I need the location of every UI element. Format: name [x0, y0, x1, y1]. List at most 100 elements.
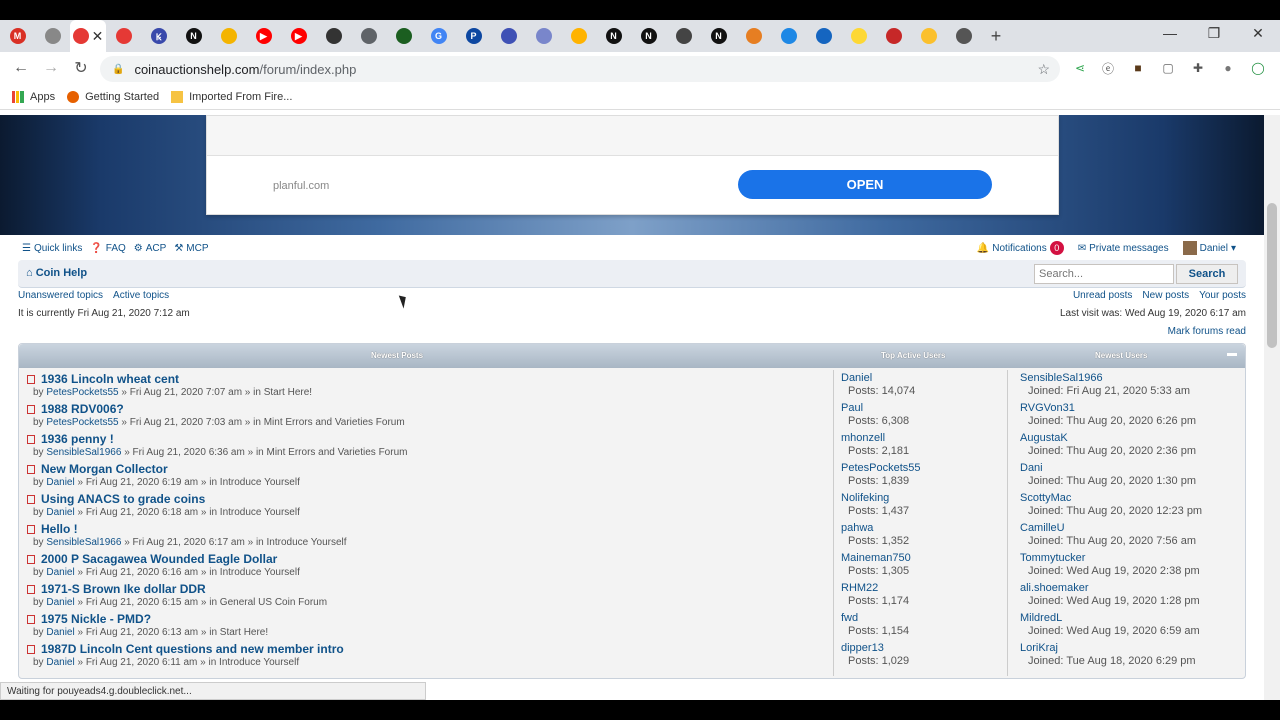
post-title-link[interactable]: 1971-S Brown Ike dollar DDR [41, 582, 206, 596]
new-user-link[interactable]: Tommytucker [1020, 552, 1085, 564]
top-user-link[interactable]: Nolifeking [841, 492, 889, 504]
browser-tab[interactable] [351, 20, 386, 52]
faq-link[interactable]: ❓ FAQ [90, 243, 125, 254]
mark-forums-read-link[interactable]: Mark forums read [1168, 326, 1246, 337]
post-author-link[interactable]: Daniel [46, 477, 74, 488]
browser-tab[interactable] [841, 20, 876, 52]
post-title-link[interactable]: Using ANACS to grade coins [41, 492, 205, 506]
notifications-link[interactable]: 🔔 Notifications 0 [977, 241, 1064, 255]
browser-tab[interactable]: N [176, 20, 211, 52]
browser-tab[interactable] [386, 20, 421, 52]
search-button[interactable]: Search [1176, 264, 1238, 284]
browser-tab[interactable] [946, 20, 981, 52]
post-title-link[interactable]: 1936 penny ! [41, 432, 114, 446]
reload-icon[interactable]: ↻ [66, 53, 96, 83]
post-author-link[interactable]: Daniel [46, 657, 74, 668]
new-user-link[interactable]: RVGVon31 [1020, 402, 1075, 414]
top-user-link[interactable]: dipper13 [841, 642, 884, 654]
browser-tab[interactable] [526, 20, 561, 52]
top-user-link[interactable]: pahwa [841, 522, 873, 534]
post-title-link[interactable]: 1988 RDV006? [41, 402, 124, 416]
top-user-link[interactable]: PetesPockets55 [841, 462, 921, 474]
browser-tab[interactable] [876, 20, 911, 52]
forward-icon[interactable]: → [36, 53, 66, 83]
unanswered-topics-link[interactable]: Unanswered topics [18, 290, 103, 301]
browser-tab[interactable]: G [421, 20, 456, 52]
browser-tab[interactable]: N [596, 20, 631, 52]
scrollbar-thumb[interactable] [1267, 203, 1277, 348]
browser-tab[interactable]: M [0, 20, 35, 52]
bookmark-getting-started[interactable]: Getting Started [67, 91, 159, 103]
mcp-link[interactable]: ⚒ MCP [174, 243, 208, 254]
browser-tab[interactable] [911, 20, 946, 52]
back-icon[interactable]: ← [6, 53, 36, 83]
browser-tab[interactable]: ▶ [281, 20, 316, 52]
post-title-link[interactable]: Hello ! [41, 522, 78, 536]
post-author-link[interactable]: PetesPockets55 [46, 387, 118, 398]
browser-tab[interactable] [806, 20, 841, 52]
new-user-link[interactable]: Dani [1020, 462, 1043, 474]
browser-tab[interactable] [771, 20, 806, 52]
top-user-link[interactable]: mhonzell [841, 432, 885, 444]
browser-tab[interactable]: N [631, 20, 666, 52]
restore-icon[interactable]: ❐ [1192, 20, 1236, 46]
profile-avatar-icon[interactable]: ● [1218, 58, 1238, 78]
new-user-link[interactable]: ScottyMac [1020, 492, 1071, 504]
bookmark-star-icon[interactable]: ☆ [1037, 61, 1050, 78]
search-input[interactable] [1034, 264, 1174, 284]
collapse-icon[interactable] [1227, 353, 1237, 356]
private-messages-link[interactable]: ✉ Private messages [1078, 243, 1169, 254]
address-bar[interactable]: 🔒 coinauctionshelp.com/forum/index.php ☆ [100, 56, 1060, 82]
browser-tab[interactable]: P [456, 20, 491, 52]
browser-tab[interactable] [561, 20, 596, 52]
browser-tab[interactable] [666, 20, 701, 52]
browser-tab[interactable] [106, 20, 141, 52]
share-icon[interactable]: ⋖ [1070, 58, 1090, 78]
top-user-link[interactable]: Maineman750 [841, 552, 911, 564]
post-author-link[interactable]: Daniel [46, 597, 74, 608]
minimize-icon[interactable]: — [1148, 20, 1192, 46]
new-user-link[interactable]: CamilleU [1020, 522, 1065, 534]
new-user-link[interactable]: MildredL [1020, 612, 1062, 624]
browser-tab[interactable]: Ꝃ [141, 20, 176, 52]
post-author-link[interactable]: SensibleSal1966 [46, 447, 121, 458]
unread-posts-link[interactable]: Unread posts [1073, 290, 1132, 301]
post-title-link[interactable]: New Morgan Collector [41, 462, 168, 476]
new-posts-link[interactable]: New posts [1142, 290, 1189, 301]
new-user-link[interactable]: ali.shoemaker [1020, 582, 1088, 594]
browser-tab[interactable]: ▶ [246, 20, 281, 52]
new-user-link[interactable]: AugustaK [1020, 432, 1068, 444]
bookmark-apps[interactable]: Apps [12, 91, 55, 103]
close-window-icon[interactable]: ✕ [1236, 20, 1280, 46]
post-author-link[interactable]: SensibleSal1966 [46, 537, 121, 548]
extension-box-icon[interactable]: ■ [1128, 58, 1148, 78]
your-posts-link[interactable]: Your posts [1199, 290, 1246, 301]
tab-close-icon[interactable]: ✕ [92, 28, 104, 45]
top-user-link[interactable]: RHM22 [841, 582, 878, 594]
browser-tab[interactable] [491, 20, 526, 52]
browser-tab[interactable] [736, 20, 771, 52]
quick-links[interactable]: ☰ Quick links [22, 243, 82, 254]
bookmark-imported[interactable]: Imported From Fire... [171, 91, 292, 103]
extension-frame-icon[interactable]: ▢ [1158, 58, 1178, 78]
post-title-link[interactable]: 1975 Nickle - PMD? [41, 612, 151, 626]
extension-circle-icon[interactable]: ◯ [1248, 58, 1268, 78]
puzzle-icon[interactable]: ✚ [1188, 58, 1208, 78]
page-scrollbar[interactable] [1264, 115, 1280, 700]
extension-e-icon[interactable]: ⓔ [1098, 58, 1118, 78]
post-author-link[interactable]: PetesPockets55 [46, 417, 118, 428]
post-title-link[interactable]: 1987D Lincoln Cent questions and new mem… [41, 642, 344, 656]
post-title-link[interactable]: 1936 Lincoln wheat cent [41, 372, 179, 386]
top-user-link[interactable]: Paul [841, 402, 863, 414]
browser-tab[interactable] [316, 20, 351, 52]
post-title-link[interactable]: 2000 P Sacagawea Wounded Eagle Dollar [41, 552, 277, 566]
breadcrumb-home[interactable]: ⌂ Coin Help [26, 267, 87, 279]
browser-tab[interactable]: N [701, 20, 736, 52]
browser-tab[interactable]: ✕ [70, 20, 106, 52]
new-user-link[interactable]: LoriKraj [1020, 642, 1058, 654]
new-user-link[interactable]: SensibleSal1966 [1020, 372, 1103, 384]
post-author-link[interactable]: Daniel [46, 627, 74, 638]
browser-tab[interactable] [35, 20, 70, 52]
post-author-link[interactable]: Daniel [46, 507, 74, 518]
acp-link[interactable]: ⚙ ACP [134, 243, 167, 254]
